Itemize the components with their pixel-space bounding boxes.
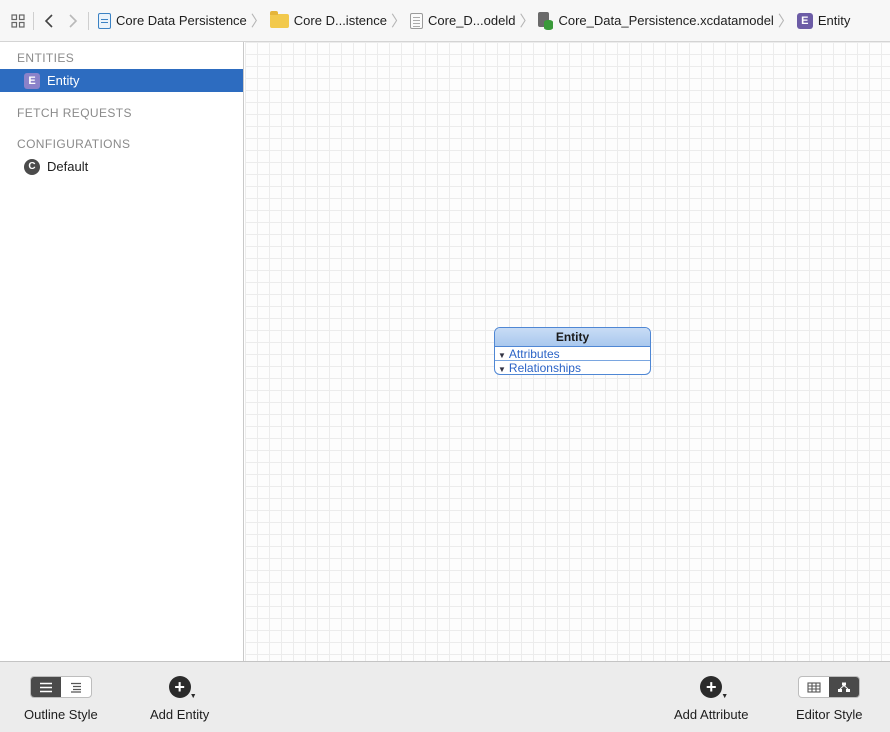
entity-relationships-section[interactable]: ▼ Relationships <box>495 361 650 375</box>
chevron-right-icon[interactable] <box>61 9 85 33</box>
add-entity-label: Add Entity <box>150 707 210 722</box>
table-style-icon[interactable] <box>799 677 829 697</box>
relationships-label: Relationships <box>508 361 581 375</box>
breadcrumb-separator-icon: 〉 <box>250 13 266 30</box>
outline-sidebar: ENTITIES E Entity FETCH REQUESTS CONFIGU… <box>0 42 244 661</box>
breadcrumb-separator-icon: 〉 <box>519 13 535 30</box>
breadcrumb-label: Core_D...odeld <box>428 13 516 28</box>
editor-style-label: Editor Style <box>796 707 863 722</box>
project-icon <box>98 12 111 29</box>
entity-icon: E <box>24 72 40 89</box>
dropdown-caret-icon: ▼ <box>189 693 197 700</box>
entity-node-title[interactable]: Entity <box>495 328 650 347</box>
outline-style-control[interactable] <box>29 676 92 698</box>
breadcrumb-folder[interactable]: Core D...istence <box>269 10 387 28</box>
toolbar-divider <box>88 11 89 30</box>
list-style-icon[interactable] <box>30 677 61 697</box>
entity-icon: E <box>796 12 813 29</box>
fetch-requests-section-header[interactable]: FETCH REQUESTS <box>0 102 243 124</box>
add-entity-button[interactable]: + ▼ <box>168 676 197 700</box>
data-model-icon <box>538 11 554 30</box>
entity-node[interactable]: Entity ▼ Attributes ▼ Relationships <box>494 327 651 375</box>
entity-attributes-section[interactable]: ▼ Attributes <box>495 347 650 361</box>
breadcrumb-data-model[interactable]: Core_Data_Persistence.xcdatamodel <box>538 11 774 30</box>
editor-style-group: Editor Style <box>796 676 862 722</box>
add-attribute-group: + ▼ Add Attribute <box>674 676 748 722</box>
breadcrumb-separator-icon: 〉 <box>391 13 407 30</box>
editor-style-control[interactable] <box>798 676 861 698</box>
breadcrumb-label: Core Data Persistence <box>116 13 247 28</box>
sidebar-item-default-configuration[interactable]: C Default <box>0 155 243 178</box>
breadcrumb-xcdatamodeld[interactable]: Core_D...odeld <box>410 12 516 29</box>
sidebar-item-label: Entity <box>47 73 80 88</box>
graph-canvas[interactable]: Entity ▼ Attributes ▼ Relationships <box>245 42 890 661</box>
breadcrumb-label: Core_Data_Persistence.xcdatamodel <box>558 13 774 28</box>
disclosure-triangle-icon[interactable]: ▼ <box>498 365 506 374</box>
xcdatamodeld-icon <box>410 12 424 29</box>
grid-icon[interactable] <box>6 9 30 33</box>
breadcrumb-entity[interactable]: E Entity <box>796 12 851 29</box>
add-entity-group: + ▼ Add Entity <box>150 676 209 722</box>
attributes-label: Attributes <box>508 347 560 361</box>
plus-icon: + <box>705 677 717 697</box>
entities-section-header: ENTITIES <box>17 51 75 65</box>
toolbar-divider <box>33 11 34 30</box>
sidebar-item-entity[interactable]: E Entity <box>0 69 243 92</box>
add-attribute-label: Add Attribute <box>674 707 749 722</box>
outline-style-label: Outline Style <box>24 707 98 722</box>
outline-style-group: Outline Style <box>24 676 98 722</box>
folder-icon <box>269 10 289 28</box>
chevron-left-icon[interactable] <box>37 9 61 33</box>
hierarchy-style-icon[interactable] <box>61 677 91 697</box>
breadcrumb-label: Core D...istence <box>293 13 387 28</box>
disclosure-triangle-icon[interactable]: ▼ <box>498 351 506 360</box>
dropdown-caret-icon: ▼ <box>721 693 729 700</box>
bottom-toolbar: Outline Style + ▼ Add Entity + ▼ Add Attri… <box>0 661 890 732</box>
breadcrumb-label: Entity <box>817 13 851 28</box>
add-attribute-button[interactable]: + ▼ <box>700 676 728 700</box>
breadcrumb-separator-icon: 〉 <box>777 13 793 30</box>
sidebar-item-label: Default <box>47 159 89 174</box>
plus-icon: + <box>174 677 185 697</box>
breadcrumb-project[interactable]: Core Data Persistence <box>98 12 247 29</box>
jump-bar: Core Data Persistence 〉 Core D...istence… <box>0 0 890 42</box>
configuration-icon: C <box>24 158 40 175</box>
graph-style-icon[interactable] <box>829 677 860 697</box>
configurations-section-header[interactable]: CONFIGURATIONS <box>0 133 243 155</box>
